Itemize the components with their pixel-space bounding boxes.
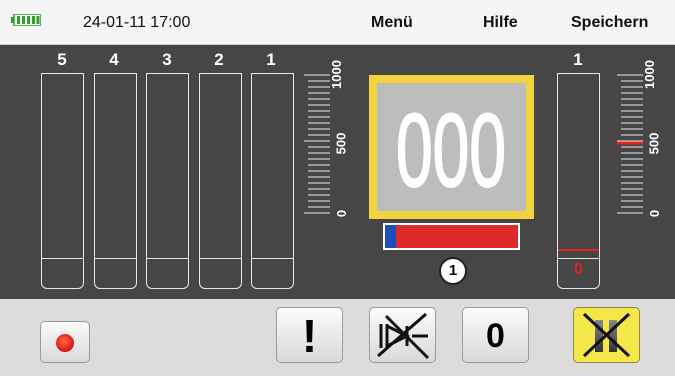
menu-button[interactable]: Menü (371, 14, 413, 32)
bar-baseline (558, 258, 599, 259)
channel-bar-4[interactable] (94, 73, 137, 289)
mute-button[interactable] (369, 307, 436, 363)
channel-label-4: 4 (109, 50, 119, 69)
progress-fill (385, 225, 396, 248)
channel-bar-1[interactable] (251, 73, 294, 289)
record-icon (56, 334, 74, 352)
display-digits: 000 (395, 92, 507, 210)
scale-max-label: 1000 (641, 60, 657, 89)
save-button[interactable]: Speichern (571, 14, 648, 32)
right-channel-bar[interactable]: 0 (557, 73, 600, 289)
bar-baseline (95, 258, 136, 259)
alert-button[interactable]: ! (276, 307, 343, 363)
scale-mid-label: 500 (333, 132, 349, 155)
scale-mid-label: 500 (646, 132, 662, 155)
channel-badge: 1 (439, 257, 467, 285)
bar-baseline (252, 258, 293, 259)
scale-min-label: 0 (334, 209, 350, 218)
pause-icon (582, 312, 631, 358)
datetime-label: 24-01-11 17:00 (83, 14, 191, 31)
channel-bar-3[interactable] (146, 73, 189, 289)
bar-baseline (42, 258, 83, 259)
battery-icon (11, 14, 41, 26)
measurement-panel: 5 4 3 2 1 1 000 500 0 000 1 1 0 1000 500 … (0, 45, 675, 299)
level-progress-bar (383, 223, 520, 250)
channel-label-5: 5 (57, 50, 67, 69)
display-value: 000 (396, 93, 506, 209)
channel-bar-5[interactable] (41, 73, 84, 289)
alert-label: ! (301, 310, 318, 362)
right-scale: 1000 500 0 (617, 60, 662, 223)
bar-level-line (558, 249, 599, 251)
scale-min-label: 0 (647, 209, 663, 218)
zero-button[interactable]: 0 (462, 307, 529, 363)
channel-bar-2[interactable] (199, 73, 242, 289)
right-channel-label: 1 (573, 50, 583, 69)
left-scale: 1000 500 0 (304, 60, 349, 223)
value-display: 000 (369, 75, 534, 219)
display-screen: 000 (377, 83, 526, 211)
mute-icon (377, 312, 430, 360)
channel-label-2: 2 (214, 50, 224, 69)
help-button[interactable]: Hilfe (483, 14, 518, 32)
channel-label-3: 3 (162, 50, 172, 69)
progress-track (385, 225, 518, 248)
bar-baseline (200, 258, 241, 259)
zero-label: 0 (486, 317, 505, 355)
record-button[interactable] (40, 321, 90, 363)
bar-baseline (147, 258, 188, 259)
scale-max-label: 1000 (328, 60, 344, 89)
bottom-toolbar: ! 0 (0, 299, 675, 376)
channel-label-1: 1 (266, 50, 276, 69)
right-channel-value: 0 (574, 261, 583, 278)
pause-button[interactable] (573, 307, 640, 363)
top-bar: 24-01-11 17:00 Menü Hilfe Speichern (0, 0, 675, 45)
